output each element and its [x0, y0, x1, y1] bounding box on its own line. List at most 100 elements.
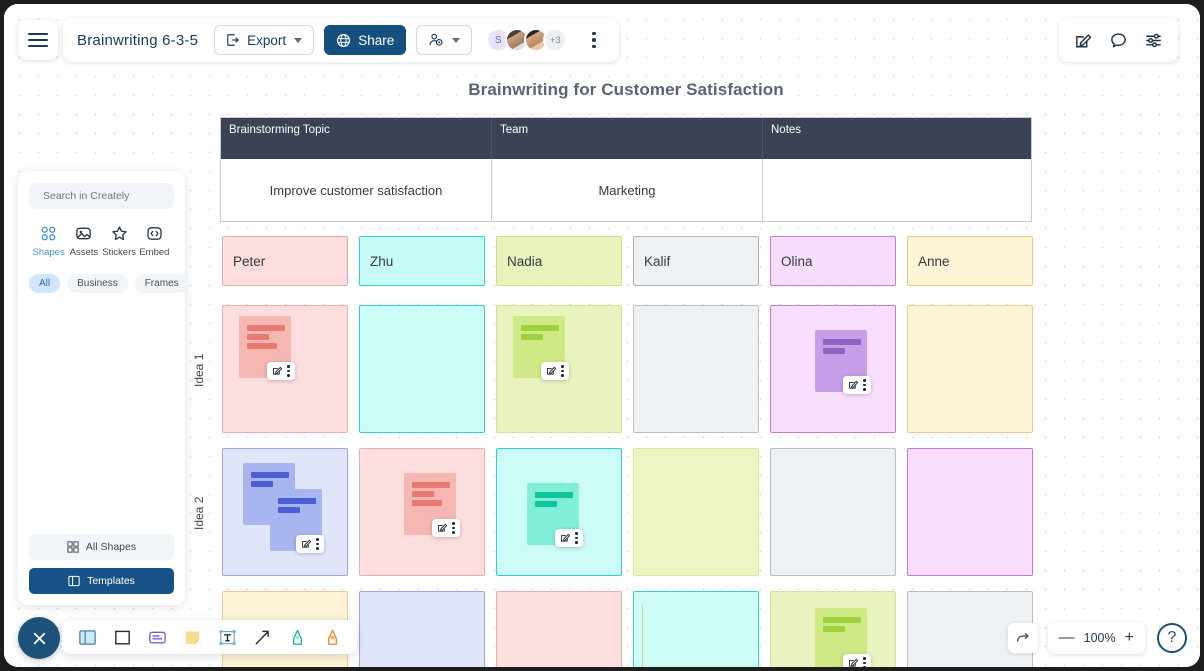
search-box[interactable]	[29, 183, 178, 209]
collaborator-avatars[interactable]: S +3	[486, 28, 568, 52]
templates-button[interactable]: Templates	[29, 568, 174, 594]
table-cell-notes[interactable]	[763, 159, 1031, 221]
note-actions-badge[interactable]	[267, 362, 295, 380]
table-cell-topic[interactable]: Improve customer satisfaction	[221, 159, 492, 221]
edit-pencil-icon[interactable]	[848, 379, 859, 390]
shapes-icon	[31, 223, 66, 243]
note-actions-badge[interactable]	[843, 376, 871, 394]
sticky-note-tool-icon[interactable]	[181, 626, 203, 648]
kebab-menu-icon[interactable]	[863, 657, 866, 667]
help-button[interactable]: ?	[1157, 623, 1187, 653]
edit-pencil-icon[interactable]	[560, 532, 571, 543]
note-actions-badge[interactable]	[555, 529, 583, 547]
participant-name-label: Anne	[918, 253, 950, 269]
idea-card[interactable]	[770, 448, 896, 576]
chip-frames[interactable]: Frames	[134, 274, 189, 293]
idea-card[interactable]	[770, 305, 896, 433]
search-input[interactable]	[43, 190, 178, 202]
square-shape-tool-icon[interactable]	[111, 626, 133, 648]
kebab-menu-icon[interactable]	[287, 365, 290, 377]
participant-name-card[interactable]: Anne	[907, 236, 1033, 286]
idea-card[interactable]	[633, 305, 759, 433]
close-x-icon[interactable]	[18, 617, 60, 659]
edit-pencil-icon[interactable]	[1074, 31, 1093, 50]
idea-card[interactable]	[359, 305, 485, 433]
share-label: Share	[358, 32, 395, 48]
participant-name-card[interactable]: Kalif	[633, 236, 759, 286]
zoom-level-value: 100%	[1083, 631, 1116, 645]
highlighter-tool-icon[interactable]	[321, 626, 343, 648]
chip-all[interactable]: All	[29, 274, 61, 293]
zoom-control: — 100% +	[1047, 622, 1145, 654]
idea-card[interactable]	[496, 448, 622, 576]
kebab-menu-icon[interactable]	[561, 365, 564, 377]
panel-tab-shapes[interactable]: Shapes	[31, 223, 66, 258]
idea-card[interactable]	[496, 591, 622, 667]
panel-tab-stickers[interactable]: Stickers	[102, 223, 137, 258]
pen-marker-tool-icon[interactable]	[286, 626, 308, 648]
idea-card[interactable]	[907, 448, 1033, 576]
edit-pencil-icon[interactable]	[272, 365, 283, 376]
note-text-line	[251, 472, 289, 478]
kebab-menu-icon[interactable]	[583, 31, 605, 49]
participant-name-card[interactable]: Nadia	[496, 236, 622, 286]
top-toolbar: Brainwriting 6-3-5 Export Share S +3	[4, 4, 1200, 70]
category-filter-chips: All Business Frames	[29, 274, 189, 293]
panel-tab-embed[interactable]: Embed	[137, 223, 172, 258]
idea-card[interactable]	[359, 448, 485, 576]
idea-row-label: Idea 2	[192, 496, 206, 530]
participant-name-card[interactable]: Olina	[770, 236, 896, 286]
card-tool-icon[interactable]	[146, 626, 168, 648]
hamburger-icon[interactable]	[18, 20, 58, 60]
idea-card[interactable]	[633, 591, 759, 667]
idea-card[interactable]	[633, 448, 759, 576]
idea-card[interactable]	[359, 591, 485, 667]
zoom-controls-group: — 100% +	[1007, 622, 1145, 654]
kebab-menu-icon[interactable]	[452, 522, 455, 534]
text-tool-icon[interactable]	[216, 626, 238, 648]
share-button[interactable]: Share	[324, 25, 407, 55]
table-header-team: Team	[492, 118, 763, 159]
edit-pencil-icon[interactable]	[546, 365, 557, 376]
note-actions-badge[interactable]	[843, 654, 871, 667]
frame-tool-icon[interactable]	[76, 626, 98, 648]
export-button[interactable]: Export	[214, 25, 315, 55]
note-actions-badge[interactable]	[296, 535, 324, 553]
presence-button[interactable]	[416, 25, 473, 55]
edit-pencil-icon[interactable]	[848, 657, 859, 667]
zoom-in-button[interactable]: +	[1125, 630, 1134, 646]
idea-card[interactable]	[907, 305, 1033, 433]
panel-tab-assets[interactable]: Assets	[66, 223, 101, 258]
idea-card[interactable]	[222, 305, 348, 433]
idea-card[interactable]	[496, 305, 622, 433]
kebab-menu-icon[interactable]	[863, 379, 866, 391]
chevron-down-icon	[294, 37, 303, 43]
participant-name-card[interactable]: Zhu	[359, 236, 485, 286]
participant-name-label: Nadia	[507, 253, 543, 269]
redo-arrow-icon[interactable]	[1007, 623, 1038, 653]
avatar-overflow-count[interactable]: +3	[543, 28, 568, 52]
document-title[interactable]: Brainwriting 6-3-5	[75, 32, 204, 49]
idea-card[interactable]	[770, 591, 896, 667]
globe-icon	[337, 33, 351, 47]
arrow-connector-tool-icon[interactable]	[251, 626, 273, 648]
sliders-settings-icon[interactable]	[1144, 31, 1163, 50]
kebab-menu-icon[interactable]	[316, 538, 319, 550]
table-cell-team[interactable]: Marketing	[492, 159, 763, 221]
idea-card[interactable]	[222, 448, 348, 576]
chip-business[interactable]: Business	[67, 274, 128, 293]
note-actions-badge[interactable]	[541, 362, 569, 380]
note-text-line	[535, 492, 573, 498]
edit-pencil-icon[interactable]	[301, 538, 312, 549]
all-shapes-button[interactable]: All Shapes	[29, 534, 174, 560]
comment-bubble-icon[interactable]	[1109, 31, 1128, 50]
kebab-menu-icon[interactable]	[575, 532, 578, 544]
edit-pencil-icon[interactable]	[437, 522, 448, 533]
note-actions-badge[interactable]	[432, 519, 460, 537]
participant-name-card[interactable]: Peter	[222, 236, 348, 286]
note-text-line	[278, 498, 316, 504]
note-text-line	[535, 501, 557, 507]
zoom-out-button[interactable]: —	[1059, 630, 1075, 646]
image-icon	[66, 223, 101, 243]
table-body-row[interactable]: Improve customer satisfaction Marketing	[221, 159, 1031, 221]
